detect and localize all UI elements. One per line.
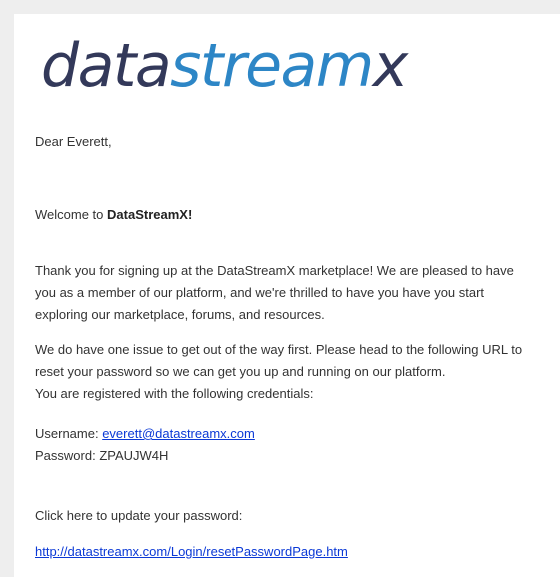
welcome-brand: DataStreamX! xyxy=(107,207,193,222)
welcome-line: Welcome to DataStreamX! xyxy=(35,205,192,224)
thank-you-line-1: Thank you for signing up at the DataStre… xyxy=(35,263,514,278)
username-row: Username: everett@datastreamx.com xyxy=(35,423,560,445)
thank-you-line-3: exploring our marketplace, forums, and r… xyxy=(35,307,325,322)
username-label: Username: xyxy=(35,426,103,441)
password-label: Password: xyxy=(35,448,100,463)
username-email-link[interactable]: everett@datastreamx.com xyxy=(102,426,255,441)
issue-paragraph: We do have one issue to get out of the w… xyxy=(35,339,560,405)
welcome-prefix: Welcome to xyxy=(35,207,108,222)
email-body: datastreamx Dear Everett, Welcome to Dat… xyxy=(14,14,560,577)
datastreamx-logo: datastreamx xyxy=(41,31,409,101)
password-row: Password: ZPAUJW4H xyxy=(35,445,560,467)
issue-line-3: You are registered with the following cr… xyxy=(35,386,314,401)
password-value: ZPAUJW4H xyxy=(99,448,169,463)
reset-url-row: http://datastreamx.com/Login/resetPasswo… xyxy=(35,542,348,561)
click-here-text: Click here to update your password: xyxy=(35,508,243,523)
logo-text-stream: stream xyxy=(170,31,374,101)
issue-line-1: We do have one issue to get out of the w… xyxy=(35,342,523,357)
reset-password-link[interactable]: http://datastreamx.com/Login/resetPasswo… xyxy=(35,544,348,559)
logo-text-data: data xyxy=(41,31,172,101)
issue-line-2: reset your password so we can get you up… xyxy=(35,364,446,379)
credentials-block: Username: everett@datastreamx.com Passwo… xyxy=(35,423,560,467)
logo-text-x: x xyxy=(372,31,409,101)
thank-you-paragraph: Thank you for signing up at the DataStre… xyxy=(35,260,560,326)
greeting: Dear Everett, xyxy=(35,134,112,149)
thank-you-line-2: you as a member of our platform, and we'… xyxy=(35,285,485,300)
